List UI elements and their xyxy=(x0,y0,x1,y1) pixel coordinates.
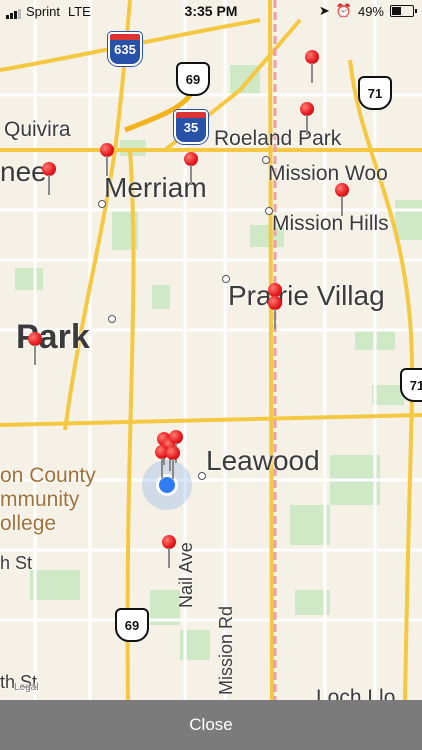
shield-label: 35 xyxy=(183,119,199,135)
location-arrow-icon: ➤ xyxy=(318,3,330,18)
place-mission-hills: Mission Hills xyxy=(272,212,389,235)
battery-icon xyxy=(390,5,417,17)
alarm-clock-icon: ⏰ xyxy=(335,3,352,18)
status-bar: Sprint LTE 3:35 PM ➤ ⏰ 49% xyxy=(0,0,422,22)
us-route-shield-69: 69 xyxy=(176,62,210,96)
map-pin[interactable] xyxy=(162,535,176,569)
map-legal-link[interactable]: Legal xyxy=(14,682,38,693)
map-pin[interactable] xyxy=(335,183,349,217)
interstate-shield-635: 635 xyxy=(108,32,142,66)
us-route-shield-71-right: 71 xyxy=(400,368,422,402)
place-leawood: Leawood xyxy=(206,445,320,476)
us-route-shield-69-bottom: 69 xyxy=(115,608,149,642)
place-college-line-1: on County xyxy=(0,464,96,487)
place-roeland-park: Roeland Park xyxy=(214,127,342,150)
map-pin[interactable] xyxy=(100,143,114,177)
status-right: ➤ ⏰ 49% xyxy=(318,3,417,19)
shield-label: 69 xyxy=(124,617,140,633)
city-dot-leawood xyxy=(198,472,206,480)
road-mission-rd: Mission Rd xyxy=(216,605,236,695)
map-view[interactable]: 635 69 35 71 71 69 Quivira nee Merriam R… xyxy=(0,0,422,700)
shield-label: 71 xyxy=(367,85,383,101)
place-quivira: Quivira xyxy=(4,118,71,141)
map-pin[interactable] xyxy=(166,446,180,480)
us-route-shield-71-top: 71 xyxy=(358,76,392,110)
place-college-line-3: ollege xyxy=(0,512,57,535)
close-button[interactable]: Close xyxy=(0,700,422,750)
map-pin[interactable] xyxy=(305,50,319,84)
map-pin[interactable] xyxy=(268,296,282,330)
city-dot-park xyxy=(108,315,116,323)
map-pin[interactable] xyxy=(42,162,56,196)
shield-label: 71 xyxy=(409,377,422,393)
place-th-st-1: h St xyxy=(0,553,33,573)
road-nail-ave: Nail Ave xyxy=(176,542,196,608)
battery-percent: 49% xyxy=(357,3,384,19)
map-pin[interactable] xyxy=(300,102,314,136)
shield-label: 69 xyxy=(185,71,201,87)
place-loch: Loch Llo xyxy=(316,686,396,700)
map-pin[interactable] xyxy=(28,332,42,366)
place-mission-woods: Mission Woo xyxy=(268,162,388,185)
map-pin[interactable] xyxy=(184,152,198,186)
shield-label: 635 xyxy=(114,41,136,57)
place-prairie-village: Prairie Villag xyxy=(228,280,385,311)
place-nee: nee xyxy=(0,156,47,187)
close-button-label: Close xyxy=(189,715,233,734)
place-college-line-2: mmunity xyxy=(0,488,80,511)
interstate-shield-35: 35 xyxy=(174,110,208,144)
